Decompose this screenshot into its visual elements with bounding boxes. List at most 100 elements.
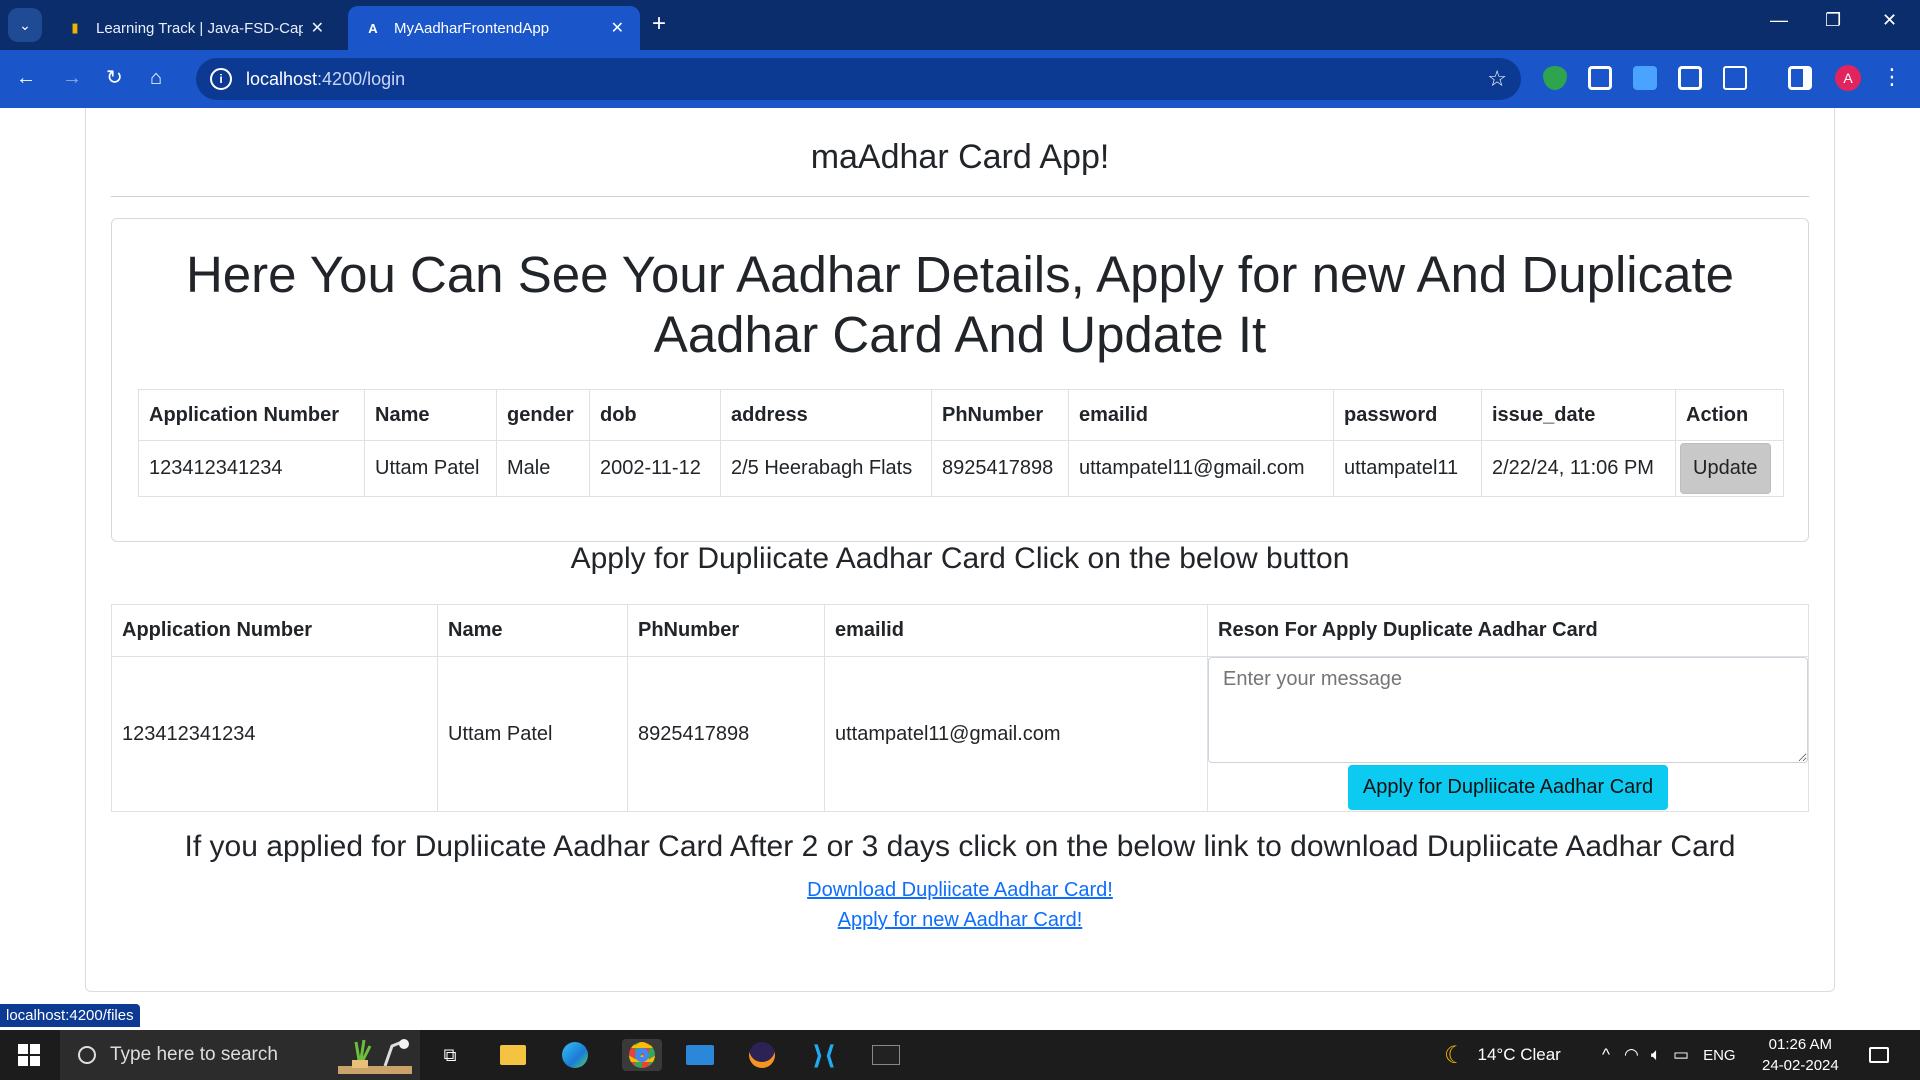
minimize-icon[interactable]: —: [1770, 10, 1788, 31]
column-header: Name: [364, 389, 497, 441]
address-bar[interactable]: i localhost:4200/login ☆: [196, 58, 1521, 100]
column-header: PhNumber: [931, 389, 1069, 441]
puzzle-extensions-icon[interactable]: [1723, 66, 1747, 90]
duplicate-heading: Apply for Dupliicate Aadhar Card Click o…: [570, 542, 1350, 575]
close-icon[interactable]: ✕: [611, 18, 624, 38]
column-header: emailid: [1068, 389, 1334, 441]
eclipse-icon[interactable]: [746, 1039, 778, 1071]
battery-icon[interactable]: ▭: [1673, 1045, 1689, 1065]
column-header: PhNumber: [627, 604, 825, 657]
cell-phnumber: 8925417898: [931, 440, 1069, 497]
cell-password: uttampatel11: [1333, 440, 1482, 497]
wifi-icon[interactable]: ◠: [1624, 1045, 1639, 1065]
profile-avatar[interactable]: A: [1835, 65, 1861, 91]
search-placeholder: Type here to search: [110, 1044, 278, 1065]
new-tab-button[interactable]: +: [652, 12, 666, 36]
column-header: Application Number: [138, 389, 365, 441]
notifications-icon[interactable]: [1863, 1039, 1895, 1071]
windows-start-icon[interactable]: [18, 1044, 40, 1066]
mysql-workbench-icon[interactable]: [870, 1039, 902, 1071]
clock-date: 24-02-2024: [1762, 1057, 1839, 1074]
weather-widget[interactable]: ☾ 14°C Clear: [1444, 1030, 1561, 1080]
home-icon[interactable]: ⌂: [150, 66, 162, 90]
cell-application-number: 123412341234: [111, 656, 438, 812]
close-icon[interactable]: ✕: [311, 18, 324, 38]
column-header: address: [720, 389, 932, 441]
table-header-row: Application Number Name gender dob addre…: [138, 389, 1784, 441]
cell-phnumber: 8925417898: [627, 656, 825, 812]
tab-my-aadhar[interactable]: A MyAadharFrontendApp ✕: [348, 6, 640, 50]
tab-title: MyAadharFrontendApp: [394, 19, 550, 37]
table-header-row: Application Number Name PhNumber emailid…: [111, 604, 1809, 657]
table-row: 123412341234 Uttam Patel 8925417898 utta…: [111, 656, 1809, 812]
bar-chart-favicon-icon: ▮: [71, 20, 79, 35]
update-button[interactable]: Update: [1680, 443, 1771, 494]
close-window-icon[interactable]: ✕: [1882, 10, 1897, 31]
chevron-down-icon: ⌄: [19, 16, 31, 33]
cell-name: Uttam Patel: [364, 440, 497, 497]
cell-application-number: 123412341234: [138, 440, 365, 497]
column-header: Action: [1675, 389, 1784, 441]
chevron-up-icon[interactable]: ^: [1602, 1045, 1610, 1065]
tab-title: Learning Track | Java-FSD-Capst: [96, 19, 303, 37]
forward-icon[interactable]: →: [62, 66, 82, 90]
restore-icon[interactable]: ❐: [1825, 10, 1841, 31]
cell-address: 2/5 Heerabagh Flats: [720, 440, 932, 497]
app-title: maAdhar Card App!: [810, 138, 1110, 176]
page-container: maAdhar Card App! Here You Can See Your …: [85, 108, 1835, 992]
download-duplicate-link[interactable]: Download Dupliicate Aadhar Card!: [86, 879, 1834, 902]
arrow-extension-icon[interactable]: [1633, 66, 1657, 90]
cell-name: Uttam Patel: [437, 656, 628, 812]
more-menu-icon[interactable]: ⋮: [1880, 66, 1904, 90]
column-header: issue_date: [1481, 389, 1676, 441]
divider: [111, 196, 1809, 197]
column-header: Name: [437, 604, 628, 657]
bookmark-star-icon[interactable]: ☆: [1487, 66, 1507, 92]
window-extension-icon[interactable]: [1588, 66, 1612, 90]
vscode-icon[interactable]: ⟩⟨: [808, 1039, 840, 1071]
chrome-icon[interactable]: [622, 1039, 662, 1071]
clock[interactable]: 01:26 AM 24-02-2024: [1762, 1034, 1839, 1076]
search-icon: [78, 1046, 96, 1064]
plant-lamp-decor-icon: [338, 1039, 412, 1074]
apply-new-link[interactable]: Apply for new Aadhar Card!: [86, 909, 1834, 932]
speaker-icon[interactable]: 🔈︎: [1651, 1045, 1661, 1065]
table-row: 123412341234 Uttam Patel Male 2002-11-12…: [138, 440, 1784, 497]
site-info-icon[interactable]: i: [210, 68, 232, 90]
url-host: localhost: [246, 68, 318, 89]
apply-duplicate-button[interactable]: Apply for Dupliicate Aadhar Card: [1347, 765, 1669, 810]
task-view-icon[interactable]: ⧉: [434, 1039, 466, 1071]
reload-icon[interactable]: ↻: [106, 66, 123, 90]
column-header: gender: [496, 389, 590, 441]
cell-emailid: uttampatel11@gmail.com: [1068, 440, 1334, 497]
mail-icon[interactable]: [684, 1039, 716, 1071]
side-panel-icon[interactable]: [1788, 66, 1812, 90]
angular-favicon-icon: A: [368, 20, 378, 36]
details-heading: Here You Can See Your Aadhar Details, Ap…: [185, 246, 1735, 363]
url-path: :4200/login: [317, 68, 406, 89]
file-explorer-icon[interactable]: [497, 1039, 529, 1071]
back-icon[interactable]: ←: [16, 66, 36, 90]
language-indicator[interactable]: ENG: [1703, 1047, 1736, 1064]
moon-icon: ☾: [1444, 1041, 1466, 1069]
cell-action: Update: [1675, 440, 1784, 497]
edge-icon[interactable]: [559, 1039, 591, 1071]
column-header: Reson For Apply Duplicate Aadhar Card: [1207, 604, 1809, 657]
tray-icons: ^ ◠ 🔈︎ ▭ ENG: [1602, 1030, 1736, 1080]
tab-search-button[interactable]: ⌄: [8, 8, 42, 42]
reason-textarea[interactable]: [1208, 657, 1808, 763]
column-header: emailid: [824, 604, 1208, 657]
tab-strip: ⌄ ▮ Learning Track | Java-FSD-Capst ✕ A …: [0, 0, 1920, 50]
cell-dob: 2002-11-12: [589, 440, 721, 497]
url-text[interactable]: localhost:4200/login: [246, 69, 405, 90]
column-header: Application Number: [111, 604, 438, 657]
tab-learning-track[interactable]: ▮ Learning Track | Java-FSD-Capst ✕: [50, 6, 340, 50]
cell-emailid: uttampatel11@gmail.com: [824, 656, 1208, 812]
media-extension-icon[interactable]: [1678, 66, 1702, 90]
aadhar-details-table: Application Number Name gender dob addre…: [138, 389, 1784, 497]
windows-taskbar: Type here to search ⧉ ⟩⟨ ☾ 14°C Clear ^ …: [0, 1030, 1920, 1080]
weather-text: 14°C Clear: [1477, 1045, 1561, 1064]
taskbar-search-box[interactable]: Type here to search: [60, 1030, 420, 1080]
status-bar-url: localhost:4200/files: [0, 1004, 140, 1027]
column-header: dob: [589, 389, 721, 441]
